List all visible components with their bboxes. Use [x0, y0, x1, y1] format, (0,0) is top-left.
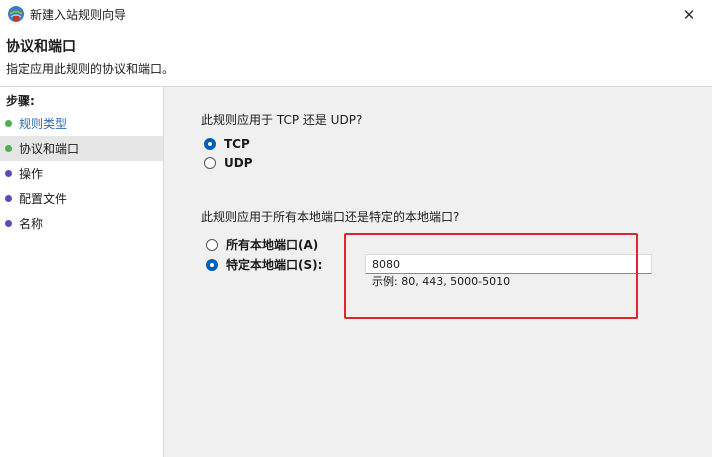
close-button[interactable]: ✕: [666, 0, 712, 30]
step-name: 名称: [0, 211, 163, 236]
step-protocol-ports[interactable]: 协议和端口: [0, 136, 163, 161]
title-bar: 新建入站规则向导 ✕: [0, 0, 712, 30]
firewall-app-icon: [8, 6, 24, 22]
step-pending-icon: [5, 170, 12, 177]
window-title: 新建入站规则向导: [30, 8, 127, 22]
step-action: 操作: [0, 161, 163, 186]
radio-unselected-icon: [206, 238, 218, 251]
radio-selected-icon: [206, 258, 218, 271]
step-pending-icon: [5, 220, 12, 227]
all-ports-radio-option[interactable]: 所有本地端口(A): [206, 236, 318, 253]
all-ports-label: 所有本地端口(A): [226, 238, 319, 252]
steps-label: 步骤:: [6, 94, 35, 108]
step-label: 配置文件: [19, 192, 68, 206]
protocol-question: 此规则应用于 TCP 还是 UDP?: [201, 113, 363, 127]
step-label: 名称: [19, 217, 44, 231]
step-label: 操作: [19, 167, 44, 181]
step-done-icon: [5, 120, 12, 127]
step-pending-icon: [5, 195, 12, 202]
tcp-radio-option[interactable]: TCP: [204, 137, 250, 151]
udp-label: UDP: [224, 156, 253, 170]
step-rule-type[interactable]: 规则类型: [0, 111, 163, 136]
step-label: 协议和端口: [19, 142, 80, 156]
ports-question: 此规则应用于所有本地端口还是特定的本地端口?: [201, 210, 460, 224]
udp-radio-option[interactable]: UDP: [204, 156, 253, 170]
step-label: 规则类型: [19, 117, 68, 131]
specific-ports-radio-option[interactable]: 特定本地端口(S):: [206, 256, 322, 273]
main-content: 此规则应用于 TCP 还是 UDP? TCP UDP 此规则应用于所有本地端口还…: [164, 87, 712, 457]
page-subtitle: 指定应用此规则的协议和端口。: [6, 62, 175, 76]
close-icon: ✕: [682, 6, 696, 24]
specific-ports-label: 特定本地端口(S):: [226, 258, 323, 272]
step-profile: 配置文件: [0, 186, 163, 211]
page-title: 协议和端口: [6, 39, 76, 55]
wizard-header: 协议和端口 指定应用此规则的协议和端口。: [0, 30, 712, 87]
tcp-label: TCP: [224, 137, 250, 151]
radio-selected-icon: [204, 138, 216, 150]
steps-sidebar: 步骤: 规则类型 协议和端口 操作 配置文件 名称: [0, 87, 164, 457]
annotation-highlight-box: [344, 233, 638, 319]
step-current-icon: [5, 145, 12, 152]
radio-unselected-icon: [204, 157, 216, 169]
